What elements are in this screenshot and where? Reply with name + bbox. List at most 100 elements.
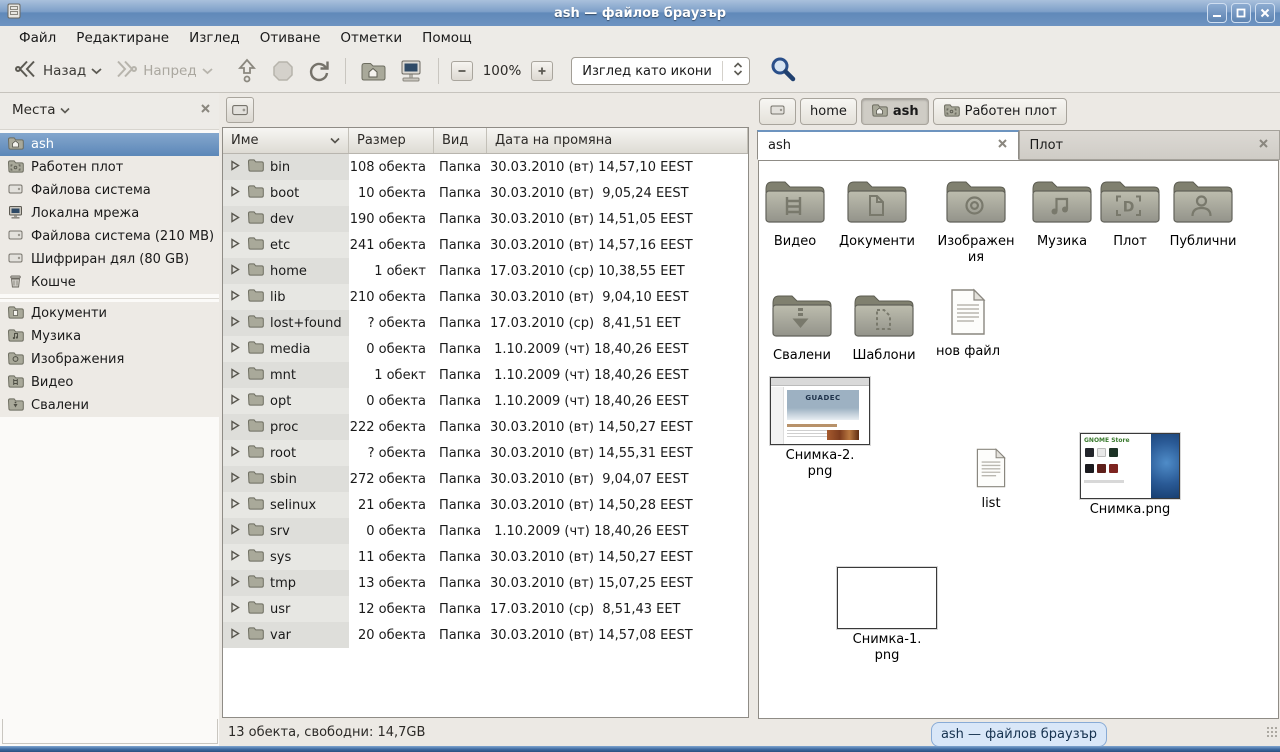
back-dropdown-icon[interactable] xyxy=(91,64,102,79)
sidebar-item-ash[interactable]: ash xyxy=(0,133,219,156)
icon-item-снимка-2.png[interactable]: GUADECСнимка-2.png xyxy=(768,377,872,480)
menu-3[interactable]: Отиване xyxy=(251,27,330,49)
table-row-boot[interactable]: boot10 обектаПапка30.03.2010 (вт) 9,05,2… xyxy=(223,180,748,206)
icon-item-публични[interactable]: Публични xyxy=(1151,175,1255,250)
table-row-bin[interactable]: bin108 обектаПапка30.03.2010 (вт) 14,57,… xyxy=(223,154,748,180)
sidebar-item--[interactable]: Работен плот xyxy=(0,156,219,179)
expander-icon[interactable] xyxy=(229,523,241,540)
icon-item-документи[interactable]: Документи xyxy=(825,175,929,250)
table-row-proc[interactable]: proc222 обектаПапка30.03.2010 (вт) 14,50… xyxy=(223,414,748,440)
taskbar-button[interactable]: ash — файлов браузър xyxy=(931,722,1107,747)
table-row-usr[interactable]: usr12 обектаПапка17.03.2010 (ср) 8,51,43… xyxy=(223,596,748,622)
sidebar-item--210-mb-[interactable]: Файлова система (210 MB) xyxy=(0,225,219,248)
column-header-1[interactable]: Размер xyxy=(349,128,434,153)
table-row-home[interactable]: home1 обектПапка17.03.2010 (ср) 10,38,55… xyxy=(223,258,748,284)
root-location-button[interactable] xyxy=(226,97,254,123)
table-row-lib[interactable]: lib210 обектаПапка30.03.2010 (вт) 9,04,1… xyxy=(223,284,748,310)
table-row-opt[interactable]: opt0 обектаПапка 1.10.2009 (чт) 18,40,26… xyxy=(223,388,748,414)
sidebar-close-icon[interactable] xyxy=(200,103,211,118)
menu-0[interactable]: Файл xyxy=(10,27,65,49)
pane-splitter-right[interactable] xyxy=(750,93,757,746)
menu-2[interactable]: Изглед xyxy=(180,27,249,49)
expander-icon[interactable] xyxy=(229,367,241,384)
expander-icon[interactable] xyxy=(229,159,241,176)
path-button-home[interactable]: home xyxy=(800,98,857,125)
icon-item-снимка-1.png[interactable]: Снимка-1.png xyxy=(835,567,939,664)
sidebar-item--[interactable]: Видео xyxy=(0,371,219,394)
tab-ash[interactable]: ash xyxy=(757,130,1019,160)
path-button-root[interactable] xyxy=(759,98,796,125)
back-button[interactable]: Назад xyxy=(8,54,108,88)
sidebar-item--80-gb-[interactable]: Шифриран дял (80 GB) xyxy=(0,248,219,271)
sidebar-title[interactable]: Места xyxy=(12,102,56,118)
menu-4[interactable]: Отметки xyxy=(331,27,411,49)
tab-плот[interactable]: Плот xyxy=(1019,130,1280,160)
minimize-button[interactable] xyxy=(1207,3,1227,23)
path-button-ash[interactable]: ash xyxy=(861,98,929,125)
table-row-root[interactable]: root? обектаПапка30.03.2010 (вт) 14,55,3… xyxy=(223,440,748,466)
expander-icon[interactable] xyxy=(229,549,241,566)
table-row-etc[interactable]: etc241 обектаПапка30.03.2010 (вт) 14,57,… xyxy=(223,232,748,258)
table-row-srv[interactable]: srv0 обектаПапка 1.10.2009 (чт) 18,40,26… xyxy=(223,518,748,544)
table-row-var[interactable]: var20 обектаПапка30.03.2010 (вт) 14,57,0… xyxy=(223,622,748,648)
expander-icon[interactable] xyxy=(229,211,241,228)
expander-icon[interactable] xyxy=(229,419,241,436)
up-button[interactable] xyxy=(229,54,265,88)
zoom-out-button[interactable] xyxy=(451,61,473,81)
close-button[interactable] xyxy=(1255,3,1275,23)
sidebar-title-dropdown-icon[interactable] xyxy=(60,103,70,118)
sidebar-item--[interactable]: Изображения xyxy=(0,348,219,371)
expander-icon[interactable] xyxy=(229,445,241,462)
tab-close-icon[interactable] xyxy=(997,138,1008,153)
expander-icon[interactable] xyxy=(229,341,241,358)
table-row-tmp[interactable]: tmp13 обектаПапка30.03.2010 (вт) 15,07,2… xyxy=(223,570,748,596)
tab-close-icon[interactable] xyxy=(1258,138,1269,153)
menu-5[interactable]: Помощ xyxy=(413,27,481,49)
table-row-dev[interactable]: dev190 обектаПапка30.03.2010 (вт) 14,51,… xyxy=(223,206,748,232)
forward-dropdown-icon[interactable] xyxy=(202,64,213,79)
table-row-sys[interactable]: sys11 обектаПапка30.03.2010 (вт) 14,50,2… xyxy=(223,544,748,570)
path-button--[interactable]: Работен плот xyxy=(933,98,1067,125)
expander-icon[interactable] xyxy=(229,315,241,332)
view-mode-select[interactable]: Изглед като икони xyxy=(571,57,750,85)
path-button-label: Работен плот xyxy=(965,104,1057,119)
reload-button[interactable] xyxy=(301,55,337,87)
table-row-mnt[interactable]: mnt1 обектПапка 1.10.2009 (чт) 18,40,26 … xyxy=(223,362,748,388)
forward-button[interactable]: Напред xyxy=(108,54,218,88)
sidebar-item--[interactable]: Локална мрежа xyxy=(0,202,219,225)
expander-icon[interactable] xyxy=(229,601,241,618)
icon-item-снимка.png[interactable]: GNOME StoreСнимка.png xyxy=(1078,433,1182,518)
expander-icon[interactable] xyxy=(229,237,241,254)
sidebar-item--[interactable]: Музика xyxy=(0,325,219,348)
resize-grip[interactable] xyxy=(1266,726,1278,738)
home-button[interactable] xyxy=(354,56,392,86)
expander-icon[interactable] xyxy=(229,471,241,488)
stop-button[interactable] xyxy=(265,55,301,87)
expander-icon[interactable] xyxy=(229,393,241,410)
expander-icon[interactable] xyxy=(229,627,241,644)
table-row-lost+found[interactable]: lost+found? обектаПапка17.03.2010 (ср) 8… xyxy=(223,310,748,336)
sidebar-item--[interactable]: Файлова система xyxy=(0,179,219,202)
table-row-sbin[interactable]: sbin272 обектаПапка30.03.2010 (вт) 9,04,… xyxy=(223,466,748,492)
icon-view[interactable]: ВидеоДокументиИзображенияМузикаDПлотПубл… xyxy=(758,160,1279,719)
expander-icon[interactable] xyxy=(229,575,241,592)
maximize-button[interactable] xyxy=(1231,3,1251,23)
menu-1[interactable]: Редактиране xyxy=(67,27,178,49)
column-header-3[interactable]: Дата на промяна xyxy=(487,128,748,153)
computer-button[interactable] xyxy=(392,55,430,87)
sidebar-item--[interactable]: Свалени xyxy=(0,394,219,417)
sidebar-item--[interactable]: Кошче xyxy=(0,271,219,294)
zoom-in-button[interactable] xyxy=(531,61,553,81)
expander-icon[interactable] xyxy=(229,289,241,306)
expander-icon[interactable] xyxy=(229,185,241,202)
sidebar-item--[interactable]: Документи xyxy=(0,302,219,325)
icon-item-list[interactable]: list xyxy=(939,447,1043,512)
column-header-2[interactable]: Вид xyxy=(434,128,487,153)
column-header-0[interactable]: Име xyxy=(223,128,349,153)
expander-icon[interactable] xyxy=(229,263,241,280)
search-button[interactable] xyxy=(766,52,800,90)
table-row-selinux[interactable]: selinux21 обектаПапка30.03.2010 (вт) 14,… xyxy=(223,492,748,518)
icon-item-нов-файл[interactable]: нов файл xyxy=(916,287,1020,360)
table-row-media[interactable]: media0 обектаПапка 1.10.2009 (чт) 18,40,… xyxy=(223,336,748,362)
expander-icon[interactable] xyxy=(229,497,241,514)
